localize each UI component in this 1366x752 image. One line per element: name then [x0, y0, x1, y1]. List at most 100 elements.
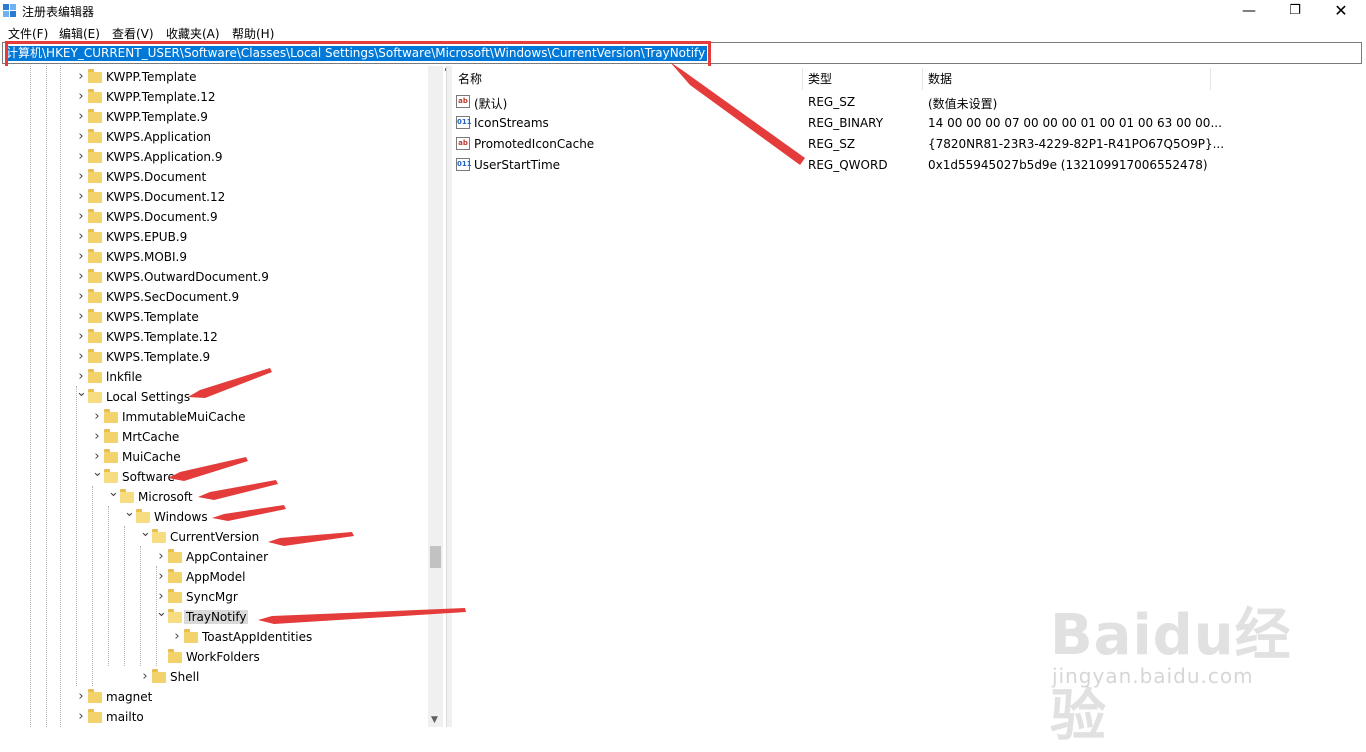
- chevron-right-icon[interactable]: ›: [76, 290, 86, 303]
- chevron-right-icon[interactable]: ›: [76, 690, 86, 703]
- tree-item[interactable]: ⌄ CurrentVersion: [0, 526, 428, 548]
- chevron-right-icon[interactable]: ›: [76, 250, 86, 263]
- tree-item[interactable]: › Shell: [0, 668, 428, 688]
- chevron-right-icon[interactable]: ›: [76, 170, 86, 183]
- column-separator[interactable]: [802, 68, 803, 90]
- chevron-right-icon[interactable]: ›: [92, 450, 102, 463]
- list-item[interactable]: 011 IconStreams REG_BINARY 14 00 00 00 0…: [452, 113, 1366, 134]
- chevron-right-icon[interactable]: ›: [76, 330, 86, 343]
- tree-item[interactable]: ⌄ Local Settings: [0, 386, 428, 408]
- tree-item-label: KWPS.Template.9: [106, 350, 211, 364]
- tree-item[interactable]: › lnkfile: [0, 368, 428, 388]
- tree-item[interactable]: › MuiCache: [0, 448, 428, 468]
- tree-item[interactable]: › ToastAppIdentities: [0, 628, 428, 648]
- folder-icon: [104, 469, 118, 483]
- chevron-right-icon[interactable]: ›: [140, 670, 150, 683]
- chevron-right-icon[interactable]: ›: [156, 590, 166, 603]
- tree-item-label: KWPS.SecDocument.9: [106, 290, 240, 304]
- menu-bar: 文件(F) 编辑(E) 查看(V) 收藏夹(A) 帮助(H): [0, 22, 1366, 40]
- value-data: {7820NR81-23R3-4229-82P1-R41PO67Q5O9P}..…: [928, 137, 1225, 151]
- tree-item[interactable]: › MrtCache: [0, 428, 428, 448]
- chevron-right-icon[interactable]: ›: [156, 570, 166, 583]
- tree-item[interactable]: › SyncMgr: [0, 588, 428, 608]
- key-tree[interactable]: › KWPP.Template › KWPP.Template.12 › KWPP.Tem…: [0, 66, 445, 727]
- tree-item[interactable]: › KWPS.MOBI.9: [0, 248, 428, 268]
- value-name: (默认): [474, 97, 508, 111]
- chevron-right-icon[interactable]: ›: [172, 630, 182, 643]
- chevron-down-icon[interactable]: ⌄: [124, 506, 135, 519]
- maximize-button[interactable]: ❐: [1272, 0, 1318, 22]
- folder-icon: [104, 429, 118, 443]
- tree-item[interactable]: › KWPS.OutwardDocument.9: [0, 268, 428, 288]
- tree-item[interactable]: › KWPS.Document: [0, 168, 428, 188]
- tree-item[interactable]: › KWPS.Application.9: [0, 148, 428, 168]
- tree-item[interactable]: › KWPS.EPUB.9: [0, 228, 428, 248]
- tree-item[interactable]: › KWPP.Template.12: [0, 88, 428, 108]
- tree-item-label: CurrentVersion: [170, 530, 260, 544]
- folder-icon: [88, 129, 102, 143]
- column-header-data[interactable]: 数据: [928, 70, 952, 90]
- tree-item[interactable]: › AppContainer: [0, 548, 428, 568]
- tree-item[interactable]: ⌄ Windows: [0, 506, 428, 528]
- chevron-right-icon[interactable]: ›: [92, 430, 102, 443]
- chevron-right-icon[interactable]: ›: [76, 190, 86, 203]
- tree-item[interactable]: › magnet: [0, 688, 428, 708]
- tree-item[interactable]: ⌄ Software: [0, 466, 428, 488]
- tree-item[interactable]: › ImmutableMuiCache: [0, 408, 428, 428]
- menu-file[interactable]: 文件(F): [8, 25, 48, 40]
- chevron-right-icon[interactable]: ›: [76, 370, 86, 383]
- tree-item[interactable]: › KWPS.Application: [0, 128, 428, 148]
- chevron-right-icon[interactable]: ›: [76, 310, 86, 323]
- column-separator[interactable]: [922, 68, 923, 90]
- tree-item[interactable]: › mailto: [0, 708, 428, 727]
- tree-item[interactable]: WorkFolders: [0, 648, 428, 668]
- menu-edit[interactable]: 编辑(E): [59, 25, 100, 40]
- tree-item[interactable]: ⌄ TrayNotify: [0, 606, 428, 628]
- tree-scrollbar[interactable]: ▼: [428, 66, 443, 727]
- chevron-right-icon[interactable]: ›: [76, 210, 86, 223]
- tree-item-label: KWPP.Template.12: [106, 90, 216, 104]
- chevron-right-icon[interactable]: ›: [156, 550, 166, 563]
- chevron-right-icon[interactable]: ›: [76, 110, 86, 123]
- chevron-right-icon[interactable]: ›: [76, 90, 86, 103]
- value-data: 0x1d55945027b5d9e (132109917006552478): [928, 158, 1208, 172]
- tree-scroll-thumb[interactable]: [430, 546, 441, 568]
- tree-item[interactable]: › KWPS.Document.9: [0, 208, 428, 228]
- chevron-down-icon[interactable]: ⌄: [156, 606, 167, 619]
- scroll-down-icon[interactable]: ▼: [431, 715, 438, 725]
- tree-item[interactable]: › KWPP.Template: [0, 68, 428, 88]
- chevron-right-icon[interactable]: ›: [92, 410, 102, 423]
- chevron-right-icon[interactable]: ›: [76, 70, 86, 83]
- menu-help[interactable]: 帮助(H): [232, 25, 274, 40]
- tree-item[interactable]: ⌄ Microsoft: [0, 486, 428, 508]
- tree-item[interactable]: › KWPS.Template: [0, 308, 428, 328]
- tree-item[interactable]: › KWPS.Document.12: [0, 188, 428, 208]
- menu-favorites[interactable]: 收藏夹(A): [166, 25, 220, 40]
- tree-item[interactable]: › KWPS.Template.9: [0, 348, 428, 368]
- column-header-type[interactable]: 类型: [808, 70, 832, 90]
- chevron-down-icon[interactable]: ⌄: [92, 466, 103, 479]
- chevron-right-icon[interactable]: ›: [76, 130, 86, 143]
- close-button[interactable]: ✕: [1318, 0, 1364, 22]
- column-separator[interactable]: [1210, 68, 1211, 90]
- minimize-button[interactable]: —: [1226, 0, 1272, 22]
- chevron-right-icon[interactable]: ›: [76, 350, 86, 363]
- tree-item[interactable]: › KWPS.SecDocument.9: [0, 288, 428, 308]
- tree-item[interactable]: › KWPP.Template.9: [0, 108, 428, 128]
- folder-icon: [168, 649, 182, 663]
- chevron-right-icon[interactable]: ›: [76, 230, 86, 243]
- menu-view[interactable]: 查看(V): [112, 25, 154, 40]
- chevron-right-icon[interactable]: ›: [76, 150, 86, 163]
- list-item[interactable]: ab PromotedIconCache REG_SZ {7820NR81-23…: [452, 134, 1366, 155]
- chevron-down-icon[interactable]: ⌄: [76, 386, 87, 399]
- tree-item[interactable]: › KWPS.Template.12: [0, 328, 428, 348]
- list-item[interactable]: ab (默认) REG_SZ (数值未设置): [452, 92, 1366, 113]
- chevron-right-icon[interactable]: ›: [76, 710, 86, 723]
- chevron-down-icon[interactable]: ⌄: [108, 486, 119, 499]
- chevron-down-icon[interactable]: ⌄: [140, 526, 151, 539]
- tree-item-label: mailto: [106, 710, 144, 724]
- list-item[interactable]: 011 UserStartTime REG_QWORD 0x1d55945027…: [452, 155, 1366, 176]
- chevron-right-icon[interactable]: ›: [76, 270, 86, 283]
- tree-item[interactable]: › AppModel: [0, 568, 428, 588]
- column-header-name[interactable]: 名称: [458, 70, 482, 90]
